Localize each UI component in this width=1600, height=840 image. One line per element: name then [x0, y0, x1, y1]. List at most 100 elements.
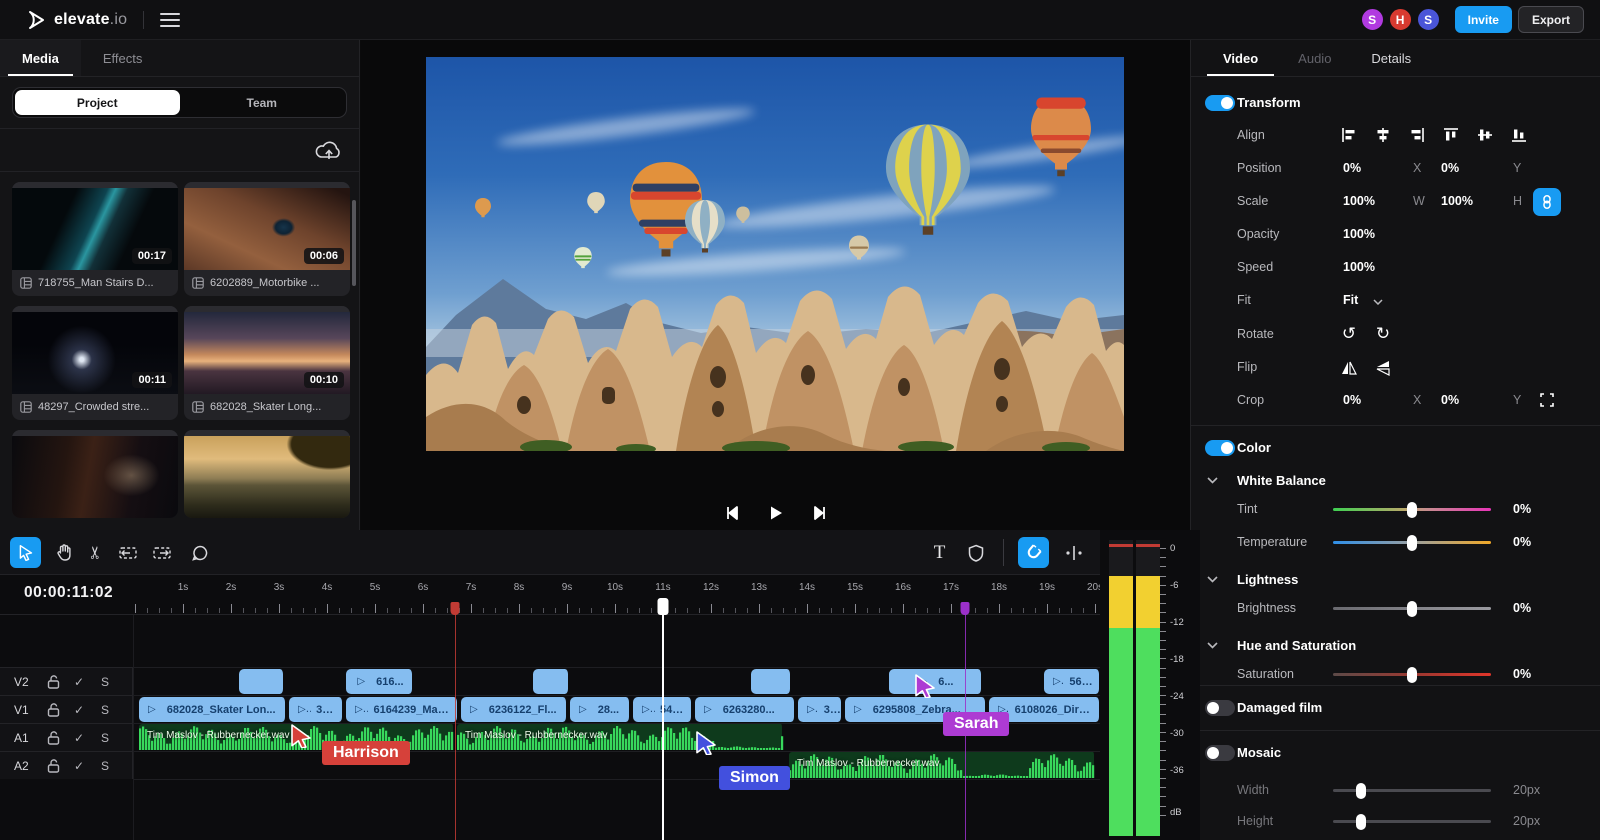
hamburger-menu-icon[interactable]: [160, 13, 180, 27]
video-clip[interactable]: [239, 669, 285, 694]
scale-h-value[interactable]: 100%: [1441, 194, 1473, 208]
enable-check-icon[interactable]: ✓: [66, 675, 92, 689]
lock-icon[interactable]: [40, 675, 66, 689]
trim-start-tool-button[interactable]: [112, 537, 143, 568]
crop-x-value[interactable]: 0%: [1343, 393, 1361, 407]
tab-media[interactable]: Media: [0, 40, 81, 76]
fit-dropdown[interactable]: Fit: [1343, 293, 1358, 307]
transform-toggle[interactable]: [1205, 95, 1235, 111]
slider-value[interactable]: 20px: [1513, 783, 1540, 797]
video-clip[interactable]: ▷6...: [889, 669, 983, 694]
solo-button[interactable]: S: [92, 759, 118, 773]
slider-value[interactable]: 0%: [1513, 601, 1531, 615]
segment-team[interactable]: Team: [180, 90, 345, 115]
tab-audio[interactable]: Audio: [1278, 40, 1351, 76]
slider-thumb[interactable]: [1356, 783, 1366, 799]
avatar[interactable]: S: [1360, 7, 1385, 32]
slider-value[interactable]: 0%: [1513, 535, 1531, 549]
solo-button[interactable]: S: [92, 703, 118, 717]
media-card[interactable]: [12, 430, 178, 518]
solo-button[interactable]: S: [92, 731, 118, 745]
scale-w-value[interactable]: 100%: [1343, 194, 1375, 208]
align-left-button[interactable]: [1337, 123, 1361, 147]
enable-check-icon[interactable]: ✓: [66, 703, 92, 717]
slider-thumb[interactable]: [1407, 667, 1417, 683]
mosaic-toggle[interactable]: [1205, 745, 1235, 761]
cut-tool-button[interactable]: ✂: [80, 537, 111, 568]
rotate-ccw-icon[interactable]: ↺: [1337, 322, 1361, 346]
lock-icon[interactable]: [40, 731, 66, 745]
tab-effects[interactable]: Effects: [81, 40, 165, 76]
tint-slider[interactable]: [1333, 508, 1491, 511]
saturation-slider[interactable]: [1333, 673, 1491, 676]
upload-cloud-icon[interactable]: [315, 139, 343, 161]
position-y-value[interactable]: 0%: [1441, 161, 1459, 175]
width-slider[interactable]: [1333, 789, 1491, 792]
media-card[interactable]: 00:10682028_Skater Long...: [184, 306, 350, 420]
tab-video[interactable]: Video: [1203, 40, 1278, 76]
crop-y-value[interactable]: 0%: [1441, 393, 1459, 407]
timeline-marker[interactable]: [961, 602, 970, 615]
shield-tool-button[interactable]: [960, 537, 991, 568]
align-bottom-button[interactable]: [1507, 123, 1531, 147]
avatar[interactable]: H: [1388, 7, 1413, 32]
align-middle-v-button[interactable]: [1473, 123, 1497, 147]
select-tool-button[interactable]: [10, 537, 41, 568]
flip-vertical-icon[interactable]: [1371, 356, 1395, 380]
slider-thumb[interactable]: [1356, 814, 1366, 830]
solo-button[interactable]: S: [92, 675, 118, 689]
align-right-button[interactable]: [1405, 123, 1429, 147]
play-button[interactable]: [765, 502, 787, 524]
color-group-header[interactable]: Lightness: [1191, 569, 1600, 593]
slider-value[interactable]: 0%: [1513, 667, 1531, 681]
color-group-header[interactable]: White Balance: [1191, 470, 1600, 494]
brightness-slider[interactable]: [1333, 607, 1491, 610]
slider-value[interactable]: 0%: [1513, 502, 1531, 516]
position-x-value[interactable]: 0%: [1343, 161, 1361, 175]
damaged-film-toggle[interactable]: [1205, 700, 1235, 716]
video-clip[interactable]: ▷6263280...: [695, 697, 796, 722]
audio-clip[interactable]: Tim Maslov - Rubbernecker.wav: [457, 724, 784, 750]
media-scrollbar[interactable]: [352, 200, 356, 286]
align-center-h-button[interactable]: [1371, 123, 1395, 147]
media-card[interactable]: 00:17718755_Man Stairs D...: [12, 182, 178, 296]
snap-magnet-button[interactable]: [1018, 537, 1049, 568]
next-frame-button[interactable]: [809, 502, 831, 524]
marker-split-button[interactable]: [1058, 537, 1089, 568]
video-clip[interactable]: [751, 669, 792, 694]
slider-thumb[interactable]: [1407, 502, 1417, 518]
flip-horizontal-icon[interactable]: [1337, 356, 1361, 380]
video-clip[interactable]: ▷616...: [346, 669, 414, 694]
align-top-button[interactable]: [1439, 123, 1463, 147]
slider-value[interactable]: 20px: [1513, 814, 1540, 828]
playhead-line[interactable]: [662, 615, 664, 840]
temperature-slider[interactable]: [1333, 541, 1491, 544]
slider-thumb[interactable]: [1407, 601, 1417, 617]
video-clip[interactable]: ▷5687...: [1044, 669, 1101, 694]
video-clip[interactable]: ▷3...: [798, 697, 843, 722]
comment-tool-button[interactable]: [184, 537, 215, 568]
playhead-handle[interactable]: [658, 598, 669, 615]
trim-end-tool-button[interactable]: [146, 537, 177, 568]
crop-expand-icon[interactable]: [1535, 388, 1559, 412]
height-slider[interactable]: [1333, 820, 1491, 823]
enable-check-icon[interactable]: ✓: [66, 731, 92, 745]
video-clip[interactable]: ▷28...: [570, 697, 631, 722]
media-card[interactable]: [184, 430, 350, 518]
media-card[interactable]: 00:1148297_Crowded stre...: [12, 306, 178, 420]
opacity-value[interactable]: 100%: [1343, 227, 1375, 241]
video-clip[interactable]: [533, 669, 570, 694]
audio-clip[interactable]: Tim Maslov - Rubbernecker.wav: [789, 752, 1096, 778]
color-group-header[interactable]: Hue and Saturation: [1191, 635, 1600, 659]
slider-thumb[interactable]: [1407, 535, 1417, 551]
rotate-cw-icon[interactable]: ↻: [1371, 322, 1395, 346]
video-clip[interactable]: ▷6236122_Fl...: [461, 697, 568, 722]
hand-tool-button[interactable]: [48, 537, 79, 568]
tab-details[interactable]: Details: [1351, 40, 1431, 76]
timeline-marker[interactable]: [451, 602, 460, 615]
text-tool-button[interactable]: T: [924, 537, 955, 568]
color-toggle[interactable]: [1205, 440, 1235, 456]
lock-icon[interactable]: [40, 759, 66, 773]
export-button[interactable]: Export: [1518, 6, 1584, 33]
previous-frame-button[interactable]: [721, 502, 743, 524]
